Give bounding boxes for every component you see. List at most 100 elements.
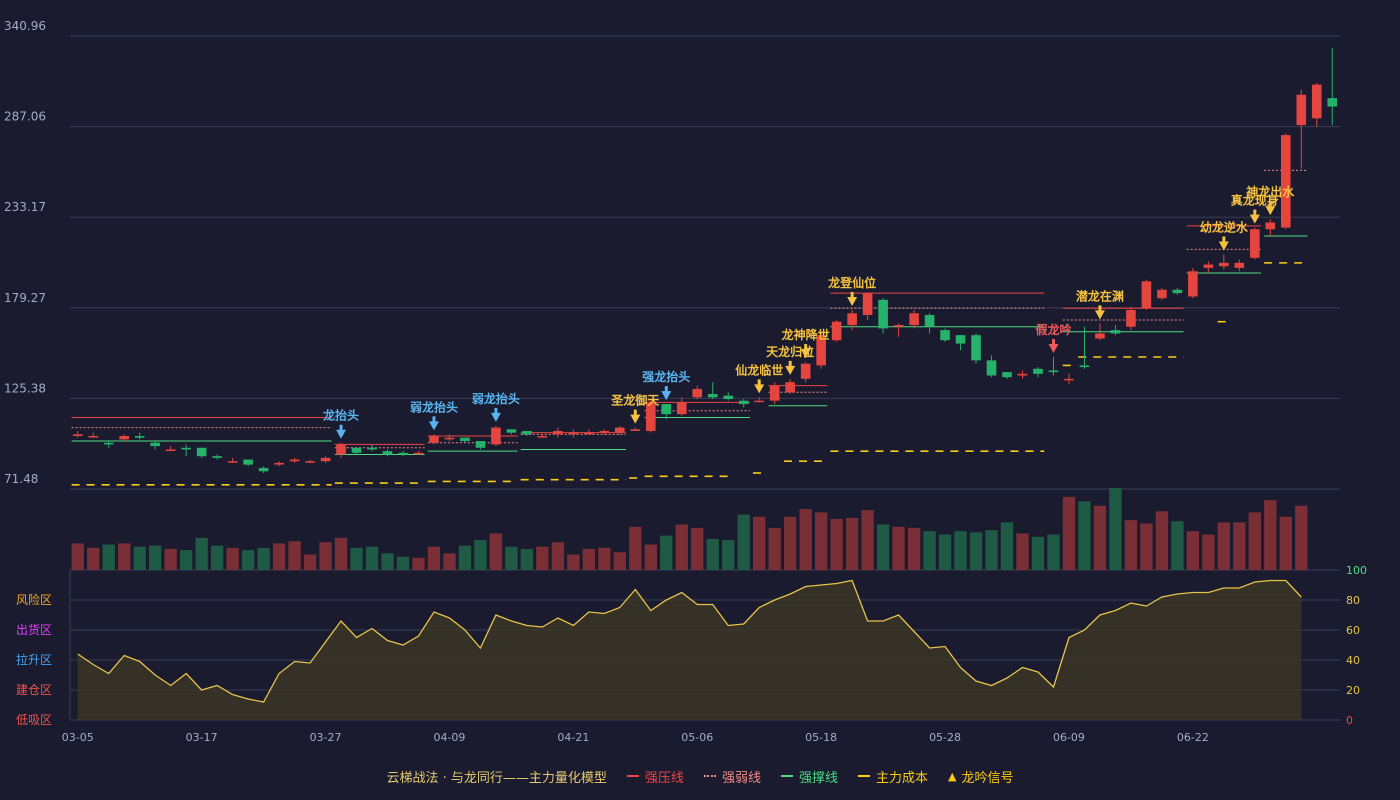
candle-body xyxy=(1079,365,1090,368)
volume-bar xyxy=(118,543,131,570)
candle-body xyxy=(1219,262,1229,267)
oscillator-layer xyxy=(70,579,1302,720)
volume-bar xyxy=(396,556,410,570)
candle-body xyxy=(88,436,99,438)
candle-body xyxy=(460,437,470,442)
candle-body xyxy=(196,447,207,457)
signal-arrow xyxy=(630,414,641,424)
volume-bar xyxy=(613,552,627,570)
volume-bar xyxy=(257,547,270,570)
candle-body xyxy=(986,360,997,376)
candle-body xyxy=(274,462,284,465)
signal-arrow xyxy=(1094,310,1105,320)
legend-item-cost[interactable]: 主力成本 xyxy=(857,767,928,786)
volume-bar xyxy=(1078,501,1091,570)
candle-body xyxy=(754,400,765,403)
volume-bar xyxy=(1062,496,1076,570)
price-tick-label: 125.38 xyxy=(4,381,46,395)
candle-body xyxy=(150,442,160,447)
volume-bar xyxy=(830,519,843,570)
volume-bar xyxy=(148,545,162,570)
zone-label: 风险区 xyxy=(16,592,52,607)
signal-arrow-stem xyxy=(757,379,761,386)
volume-bar xyxy=(876,524,890,570)
volume-bar xyxy=(226,547,239,570)
volume-bar xyxy=(71,543,84,570)
legend-item-support[interactable]: 强撑线 xyxy=(780,767,838,786)
candle-body xyxy=(909,313,919,326)
signal-arrow xyxy=(1048,344,1059,354)
volume-bar xyxy=(443,553,456,570)
candle-body xyxy=(630,429,641,431)
candle-body xyxy=(1280,135,1291,228)
candle-body xyxy=(924,314,935,327)
candle-body xyxy=(134,436,145,438)
volume-bar xyxy=(381,553,394,570)
candles-layer xyxy=(72,47,1338,473)
volume-bar xyxy=(133,546,146,570)
candle-body xyxy=(1033,368,1043,374)
candle-body xyxy=(165,449,176,451)
volume-bar xyxy=(1171,521,1184,570)
volume-bar xyxy=(753,516,766,570)
candle-body xyxy=(692,388,703,398)
volume-bar xyxy=(303,554,317,570)
volume-bar xyxy=(923,531,936,570)
candle-body xyxy=(661,404,672,415)
candle-body xyxy=(1048,370,1059,373)
signal-arrow-stem xyxy=(1051,339,1055,346)
volume-bar xyxy=(1202,534,1215,570)
signal-arrow-stem xyxy=(1268,201,1272,208)
volume-bar xyxy=(598,547,611,570)
oscillator-tick-label: 0 xyxy=(1346,714,1353,727)
volume-bar xyxy=(768,527,781,570)
volume-bar xyxy=(629,526,642,570)
volume-bar xyxy=(179,550,193,570)
signal-arrow-stem xyxy=(432,416,436,423)
candle-body xyxy=(800,363,811,379)
signal-label: 潜龙在渊 xyxy=(1076,288,1124,303)
candle-body xyxy=(1002,372,1012,378)
candle-body xyxy=(72,434,83,437)
volume-bar xyxy=(1140,523,1153,570)
candle-body xyxy=(676,402,687,415)
volume-bar xyxy=(365,546,379,570)
oscillator-tick-label: 80 xyxy=(1346,594,1360,607)
date-tick-label: 03-27 xyxy=(310,731,342,744)
candle-body xyxy=(444,437,455,440)
signal-arrow-stem xyxy=(664,386,668,393)
candle-body xyxy=(831,321,842,341)
candle-body xyxy=(243,459,253,465)
signal-arrow-stem xyxy=(804,344,808,351)
volume-bar xyxy=(954,531,967,570)
legend-item-midline[interactable]: 强弱线 xyxy=(703,767,761,786)
volume-bar xyxy=(164,548,177,570)
candle-body xyxy=(227,461,238,463)
volume-bar xyxy=(737,514,750,570)
signal-label: 幼龙逆水 xyxy=(1200,219,1249,234)
signal-label: 假龙吟 xyxy=(1035,322,1071,337)
signals-layer: 龙抬头弱龙抬头弱龙抬头 圣龙御天强龙抬头 仙龙临世天龙归位龙神降世龙登仙位假龙吟潜龙… xyxy=(323,184,1295,439)
legend-item-signal[interactable]: ▲ 龙吟信号 xyxy=(948,767,1013,786)
candle-body xyxy=(351,447,362,453)
volume-bar xyxy=(1217,522,1231,570)
volume-bar xyxy=(474,540,487,570)
legend: 云梯战法 · 与龙同行——主力量化模型 强压线 强弱线 强撑线 主力成本 ▲ 龙… xyxy=(0,764,1400,788)
triangle-icon: ▲ xyxy=(947,769,957,783)
legend-swatch-midline xyxy=(703,775,716,777)
legend-item-resistance[interactable]: 强压线 xyxy=(626,767,684,786)
candle-body xyxy=(568,432,579,435)
signal-arrow xyxy=(1249,214,1260,224)
candle-body xyxy=(491,427,501,445)
candle-body xyxy=(940,330,950,341)
candle-body xyxy=(847,313,857,326)
date-tick-label: 05-18 xyxy=(805,731,837,744)
signal-label: 龙神降世 xyxy=(782,327,830,342)
volume-bar xyxy=(1031,536,1045,570)
volume-bar xyxy=(102,544,115,570)
volume-bar xyxy=(722,540,735,570)
volume-bar xyxy=(799,509,812,570)
oscillator-area xyxy=(70,580,1302,720)
signal-arrow-stem xyxy=(1098,305,1102,312)
candle-body xyxy=(506,429,517,433)
